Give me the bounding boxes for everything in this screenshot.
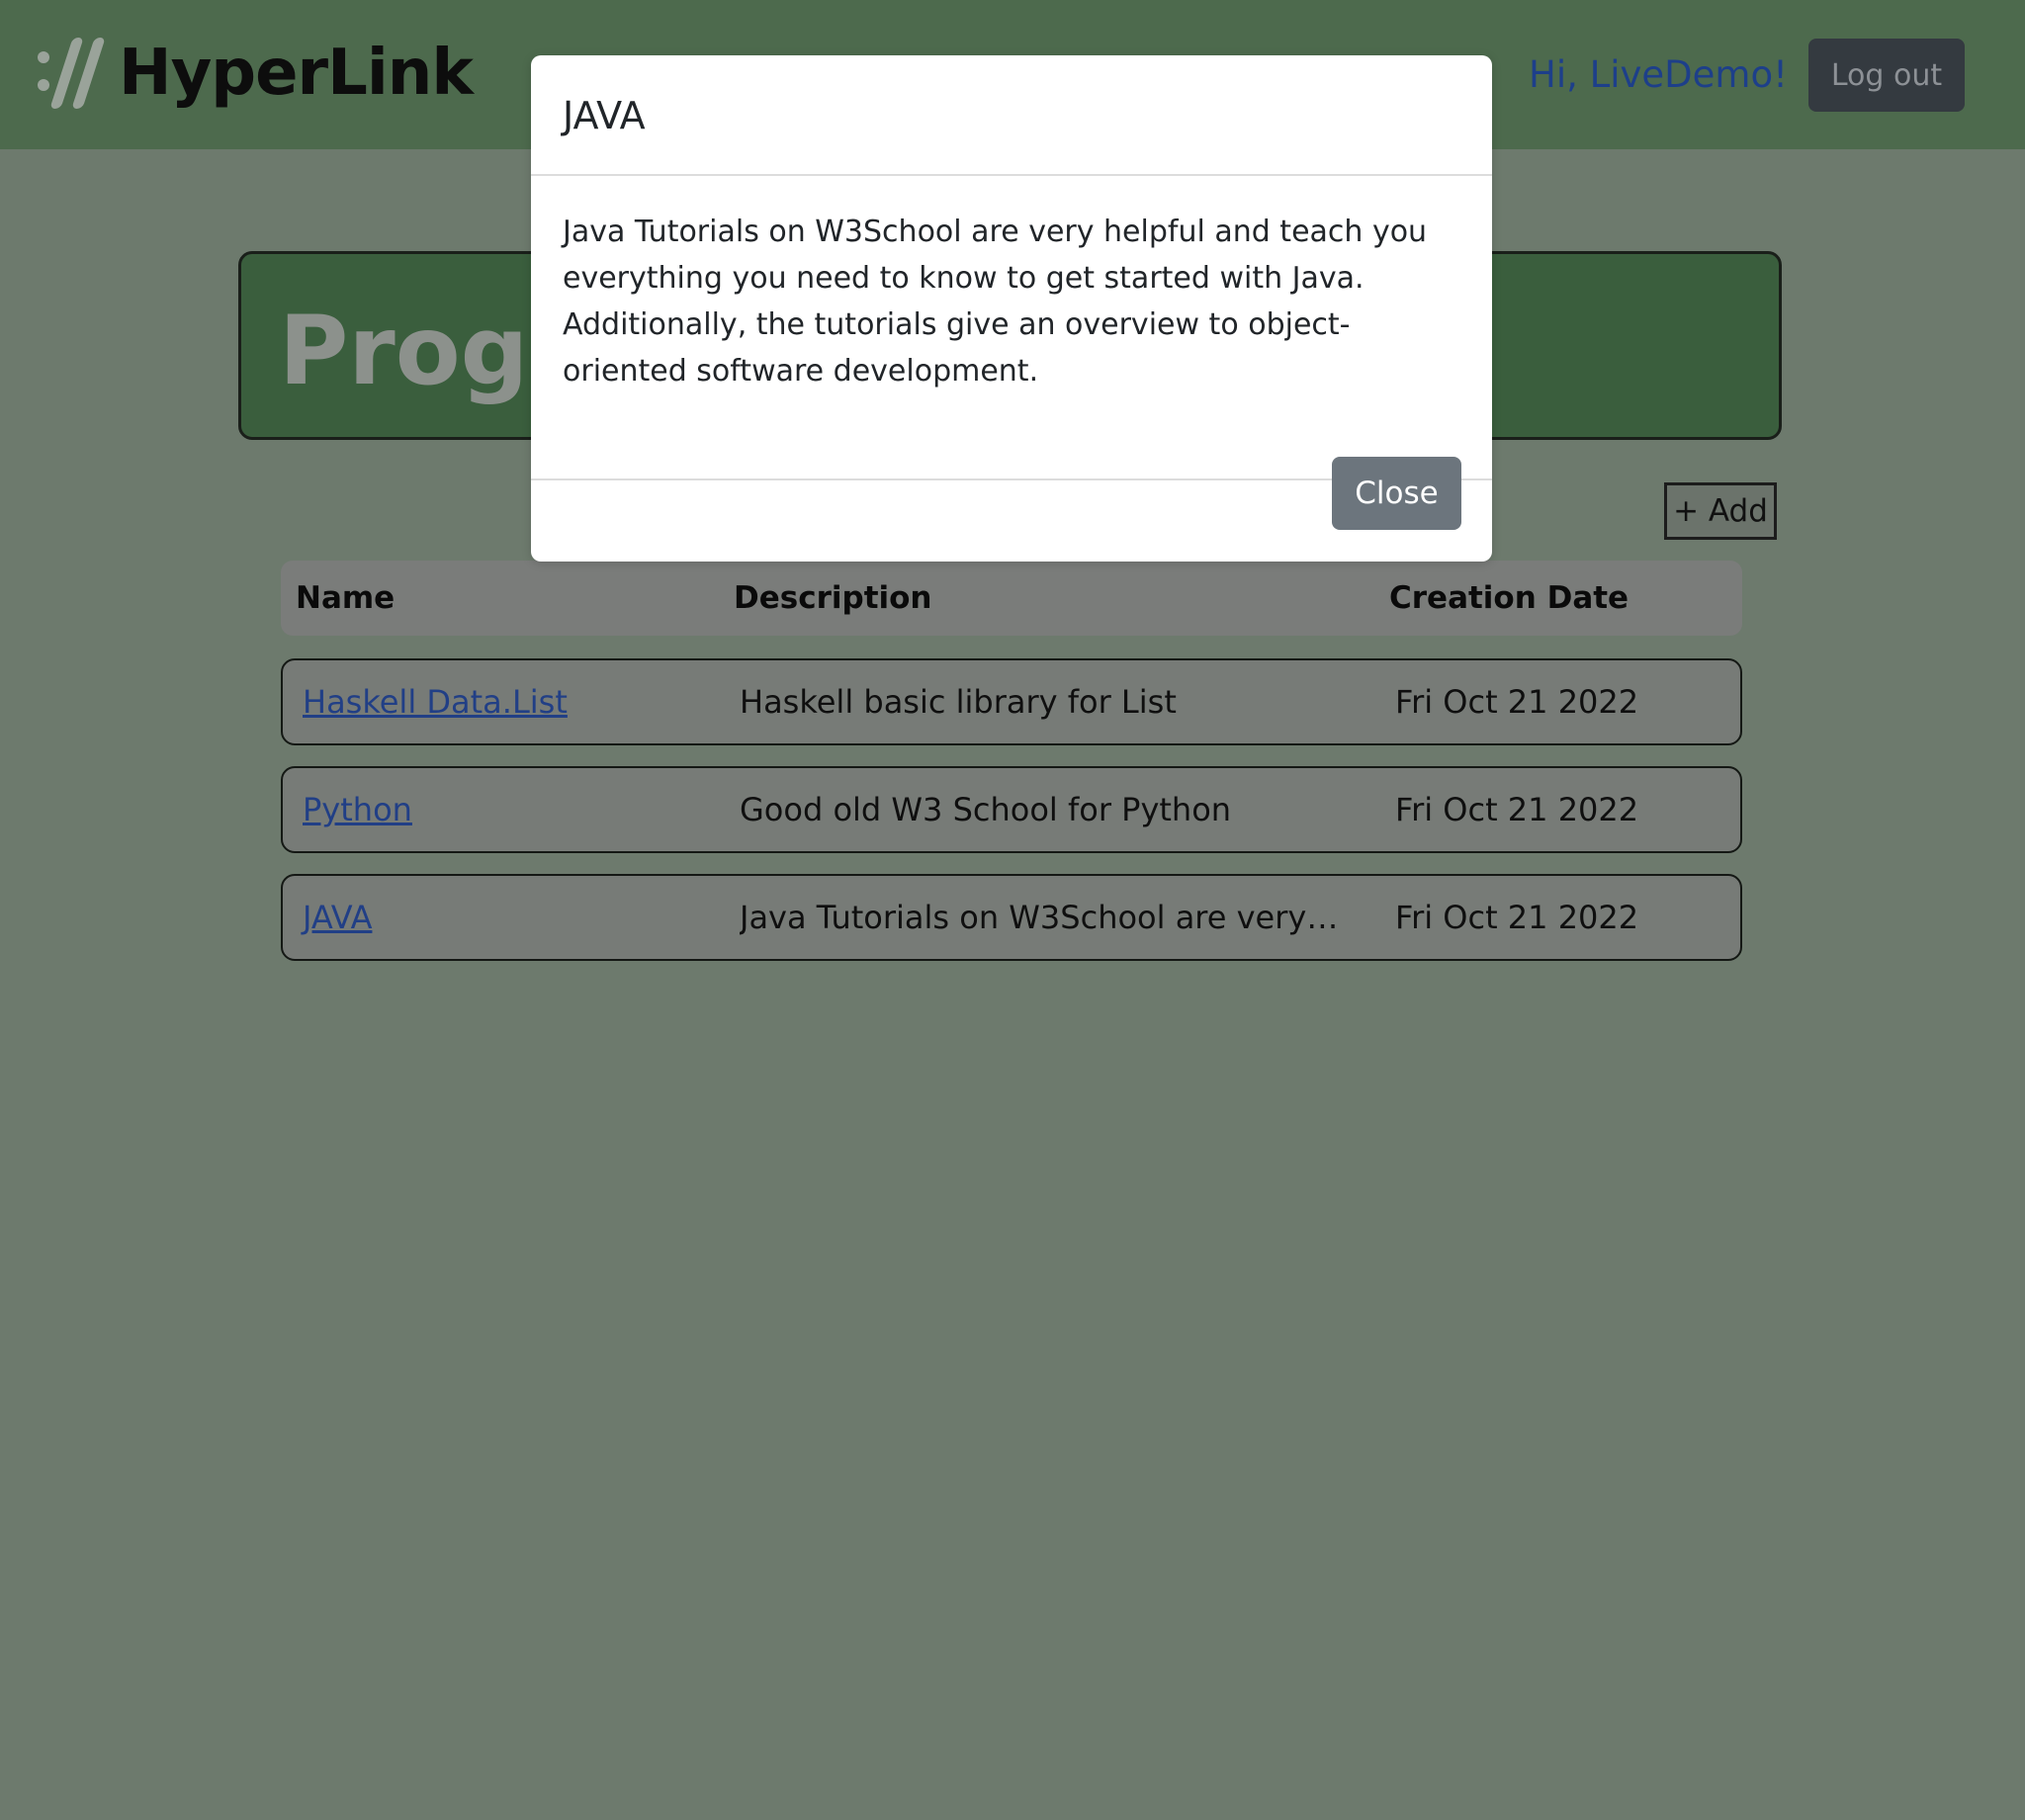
modal-header: JAVA [531, 55, 1492, 176]
close-button[interactable]: Close [1332, 457, 1461, 530]
column-header-creation-date: Creation Date [1389, 580, 1629, 616]
row-description: Good old W3 School for Python [740, 791, 1232, 828]
row-creation-date: Fri Oct 21 2022 [1395, 683, 1639, 721]
column-header-name: Name [296, 580, 396, 616]
detail-modal: JAVA Java Tutorials on W3School are very… [531, 55, 1492, 562]
logout-button[interactable]: Log out [1808, 39, 1965, 112]
modal-title: JAVA [563, 94, 646, 137]
modal-body-text: Java Tutorials on W3School are very help… [563, 215, 1428, 389]
add-button[interactable]: + Add [1664, 482, 1777, 540]
row-name-link[interactable]: Haskell Data.List [303, 660, 568, 743]
row-name-link[interactable]: JAVA [303, 876, 372, 959]
row-description: Java Tutorials on W3School are very h... [740, 899, 1343, 936]
user-greeting-link[interactable]: Hi, LiveDemo! [1529, 51, 1788, 99]
brand-name: HyperLink [119, 37, 474, 110]
table-row: JAVA Java Tutorials on W3School are very… [281, 874, 1742, 961]
brand-logo[interactable]: HyperLink [34, 34, 474, 113]
row-creation-date: Fri Oct 21 2022 [1395, 899, 1639, 936]
row-description: Haskell basic library for List [740, 683, 1177, 721]
row-creation-date: Fri Oct 21 2022 [1395, 791, 1639, 828]
table-header: Name Description Creation Date [281, 561, 1742, 636]
table-row: Python Good old W3 School for Python Fri… [281, 766, 1742, 853]
hyperlink-logo-icon [34, 34, 106, 113]
column-header-description: Description [734, 580, 932, 616]
row-name-link[interactable]: Python [303, 768, 412, 851]
table-row: Haskell Data.List Haskell basic library … [281, 658, 1742, 745]
